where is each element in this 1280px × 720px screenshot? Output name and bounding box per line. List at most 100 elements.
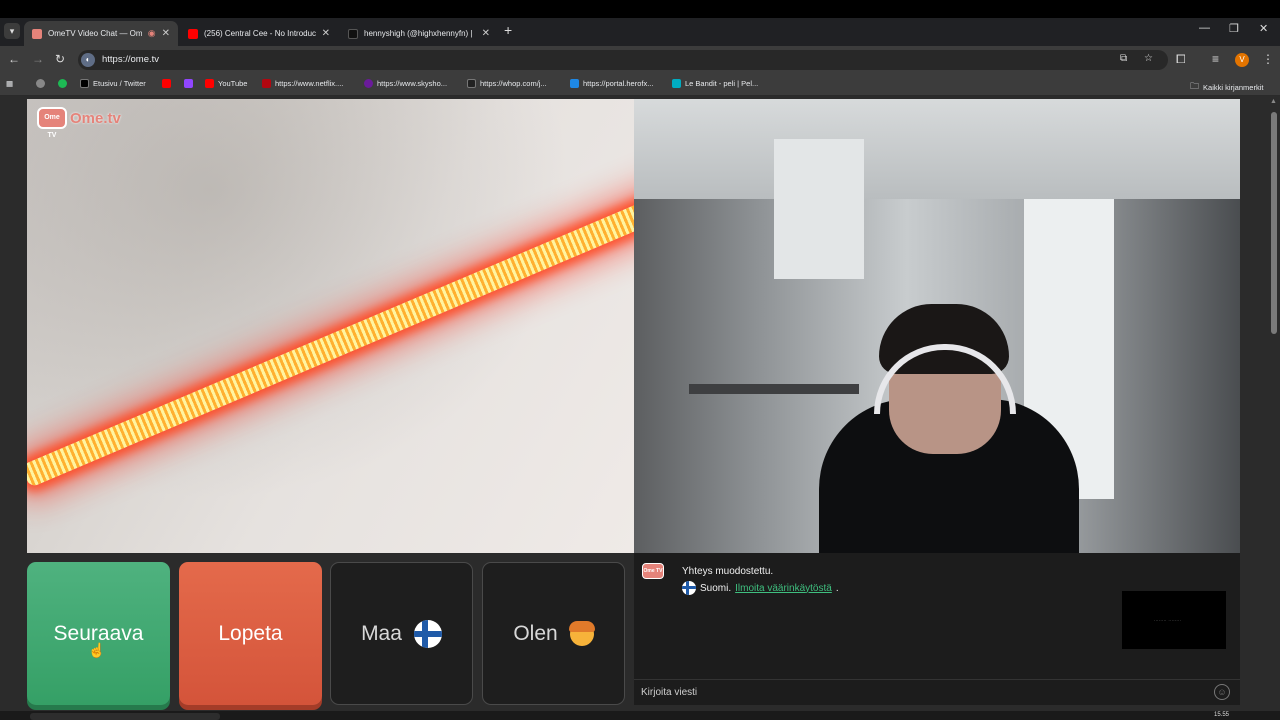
emoji-smiley-icon[interactable]: ☺ bbox=[1214, 684, 1230, 700]
gender-button-label: Olen bbox=[513, 621, 558, 645]
report-suffix: . bbox=[835, 582, 839, 594]
chat-message-input[interactable] bbox=[641, 685, 1201, 699]
tiktok-favicon-icon bbox=[348, 28, 358, 39]
bookmark-label: Le Bandit - peli | Pel... bbox=[685, 79, 759, 88]
chat-panel: Ome TV Yhteys muodostettu. Suomi. Ilmoit… bbox=[634, 553, 1240, 705]
bookmark-item[interactable]: YouTube bbox=[205, 79, 247, 88]
tab-tiktok[interactable]: hennyshigh (@highxhennyfn) | ✕ bbox=[340, 21, 498, 46]
skyshowtime-icon bbox=[364, 79, 373, 88]
finland-flag-icon bbox=[413, 619, 442, 648]
scroll-up-arrow-icon[interactable]: ▲ bbox=[1270, 98, 1277, 105]
x-twitter-icon bbox=[80, 79, 89, 88]
country-button-label: Maa bbox=[361, 621, 402, 645]
tab-title: (256) Central Cee - No Introduc bbox=[204, 29, 316, 38]
connection-status-message: Yhteys muodostettu. bbox=[682, 566, 774, 577]
remote-video bbox=[634, 99, 1240, 553]
bookmark-item[interactable] bbox=[184, 79, 193, 88]
bookmark-item[interactable] bbox=[58, 79, 67, 88]
close-window-icon[interactable]: ✕ bbox=[1259, 22, 1268, 35]
reload-icon[interactable]: ↻ bbox=[55, 52, 65, 66]
bookmark-label: YouTube bbox=[218, 79, 248, 88]
taskbar-search[interactable] bbox=[30, 713, 220, 720]
bookmark-label: https://portal.herofx... bbox=[583, 79, 654, 88]
page-scrollbar[interactable]: ▲ bbox=[1268, 96, 1280, 720]
tab-search-button[interactable]: ▾ bbox=[4, 23, 20, 39]
bookmark-item[interactable]: https://whop.com/j... bbox=[467, 79, 547, 88]
report-abuse-link[interactable]: Ilmoita väärinkäytöstä bbox=[735, 583, 832, 594]
ometv-logo-text: Ome.tv bbox=[70, 109, 121, 127]
youtube-favicon-icon bbox=[188, 28, 198, 39]
ometv-logo[interactable]: Ome TV Ome.tv bbox=[37, 107, 121, 139]
tab-strip: ▾ OmeTV Video Chat — Ome ◉ ✕ (256) Centr… bbox=[0, 18, 1280, 46]
tab-title: OmeTV Video Chat — Ome bbox=[48, 29, 142, 38]
bookmark-label: https://whop.com/j... bbox=[480, 79, 547, 88]
bookmark-item[interactable] bbox=[36, 79, 45, 88]
screen-top-bar bbox=[0, 0, 1280, 18]
country-button[interactable]: Maa bbox=[330, 562, 473, 705]
stop-button[interactable]: Lopeta bbox=[179, 562, 322, 705]
profile-avatar[interactable]: V bbox=[1235, 53, 1249, 67]
bookmark-item[interactable]: https://portal.herofx... bbox=[570, 79, 653, 88]
bookmark-item[interactable] bbox=[162, 79, 171, 88]
bookmark-star-icon[interactable]: ☆ bbox=[1144, 53, 1153, 64]
site-info-icon[interactable]: ◐ bbox=[81, 53, 95, 67]
twitch-icon bbox=[184, 79, 193, 88]
scrollbar-thumb[interactable] bbox=[1271, 112, 1277, 334]
folder-icon: 🗀 bbox=[1190, 81, 1200, 91]
new-tab-plus-icon[interactable]: + bbox=[504, 22, 512, 38]
bookmark-item[interactable]: https://www.skysho... bbox=[364, 79, 447, 88]
restore-icon[interactable]: ❐ bbox=[1229, 22, 1239, 35]
netflix-icon bbox=[262, 79, 271, 88]
bookmark-label: https://www.skysho... bbox=[377, 79, 448, 88]
country-name: Suomi. bbox=[700, 582, 732, 594]
menu-kebab-icon[interactable]: ⋮ bbox=[1262, 52, 1274, 66]
whop-icon bbox=[467, 79, 476, 88]
address-bar[interactable]: ◐ https://ome.tv ⧉ ☆ bbox=[78, 50, 1168, 70]
tab-close-icon[interactable]: ✕ bbox=[482, 28, 490, 39]
tab-title: hennyshigh (@highxhennyfn) | bbox=[364, 29, 473, 38]
self-preview: ........ ........ bbox=[1122, 591, 1226, 649]
tab-youtube[interactable]: (256) Central Cee - No Introduc ✕ bbox=[180, 21, 338, 46]
country-message: Suomi. Ilmoita väärinkäytöstä. bbox=[682, 581, 839, 595]
local-video: Ome TV Ome.tv bbox=[27, 99, 634, 553]
finland-flag-icon bbox=[682, 581, 696, 595]
bookmark-item[interactable]: Le Bandit - peli | Pel... bbox=[672, 79, 758, 88]
ometv-favicon-icon bbox=[32, 28, 42, 39]
tab-ometv[interactable]: OmeTV Video Chat — Ome ◉ ✕ bbox=[24, 21, 178, 46]
youtube-icon bbox=[205, 79, 214, 88]
chat-input-row: ☺ bbox=[634, 679, 1240, 703]
apps-grid-icon[interactable]: ▦ bbox=[6, 79, 13, 88]
ometv-logo-badge-icon: Ome TV bbox=[37, 107, 67, 139]
url-text: https://ome.tv bbox=[102, 54, 160, 65]
bookmark-label: https://www.netflix.... bbox=[275, 79, 344, 88]
next-button[interactable]: Seuraava bbox=[27, 562, 170, 705]
all-bookmarks-folder[interactable]: 🗀 Kaikki kirjanmerkit bbox=[1190, 79, 1263, 95]
browser-toolbar: ← → ↻ ◐ https://ome.tv ⧉ ☆ ⧠ ≡ V ⋮ bbox=[0, 46, 1280, 74]
forward-arrow-icon[interactable]: → bbox=[32, 52, 44, 66]
bookmarks-bar: ▦ Etusivu / Twitter YouTube https://www.… bbox=[0, 74, 1280, 96]
room-ceiling bbox=[634, 99, 1240, 199]
herofx-icon bbox=[570, 79, 579, 88]
stop-button-label: Lopeta bbox=[218, 621, 283, 645]
bookmark-item[interactable]: Etusivu / Twitter bbox=[80, 79, 146, 88]
youtube-icon bbox=[162, 79, 171, 88]
back-arrow-icon[interactable]: ← bbox=[8, 52, 20, 66]
extensions-puzzle-icon[interactable]: ⧠ bbox=[1176, 52, 1186, 67]
tab-close-icon[interactable]: ✕ bbox=[322, 28, 330, 39]
minimize-icon[interactable]: — bbox=[1199, 22, 1210, 34]
globe-icon bbox=[36, 79, 45, 88]
room-counter bbox=[689, 384, 859, 394]
gender-button[interactable]: Olen bbox=[482, 562, 625, 705]
install-app-icon[interactable]: ⧉ bbox=[1120, 53, 1127, 64]
taskbar-clock: 15.55 bbox=[1214, 712, 1230, 718]
person-emoji-icon bbox=[568, 620, 595, 646]
lebandit-icon bbox=[672, 79, 681, 88]
spotify-icon bbox=[58, 79, 67, 88]
ometv-avatar-icon: Ome TV bbox=[642, 563, 664, 579]
tab-close-icon[interactable]: ✕ bbox=[162, 28, 170, 39]
media-control-icon[interactable]: ≡ bbox=[1212, 52, 1219, 66]
room-cabinet bbox=[774, 139, 864, 279]
os-taskbar: 15.55 bbox=[0, 711, 1280, 720]
bookmark-item[interactable]: https://www.netflix.... bbox=[262, 79, 343, 88]
preview-text: ........ ........ bbox=[1154, 617, 1182, 622]
